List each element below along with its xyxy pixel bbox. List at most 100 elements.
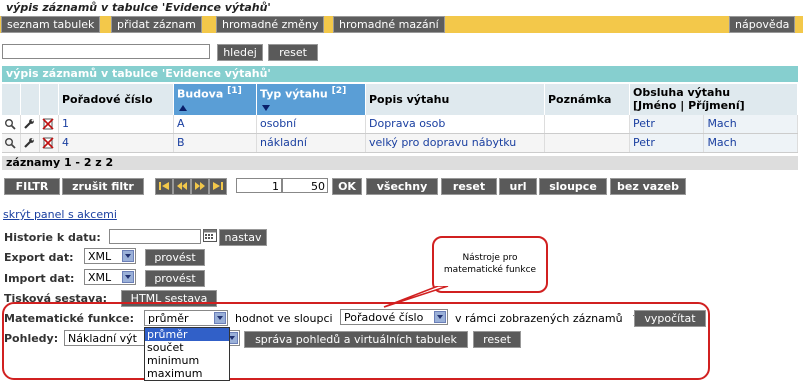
no-links-button[interactable]: bez vazeb xyxy=(610,178,686,195)
cell-note xyxy=(544,133,630,153)
export-run-button[interactable]: provést xyxy=(145,249,205,266)
row-edit-cell[interactable] xyxy=(20,133,40,153)
row-delete-cell[interactable] xyxy=(39,133,59,153)
header-order[interactable]: Pořadové číslo xyxy=(58,84,174,115)
sort-desc-icon xyxy=(262,104,270,111)
magnifier-icon[interactable] xyxy=(4,118,16,130)
menu-add-record[interactable]: přidat záznam xyxy=(111,16,202,33)
views-reset-button[interactable]: reset xyxy=(473,331,521,348)
callout-pointer xyxy=(383,286,449,308)
prev-page-icon[interactable] xyxy=(173,178,191,195)
header-type-sort-index: [2] xyxy=(331,85,347,96)
table-header-row: Pořadové číslo Budova [1] Typ výtahu [2]… xyxy=(2,84,798,115)
views-label: Pohledy: xyxy=(4,332,59,345)
cell-building[interactable]: A xyxy=(173,114,257,134)
math-function-select[interactable]: průměr xyxy=(144,310,228,326)
cell-first-name[interactable]: Petr xyxy=(629,114,705,134)
header-icon-col-3 xyxy=(39,84,59,115)
delete-icon[interactable] xyxy=(42,137,54,149)
export-label: Export dat: xyxy=(4,251,74,264)
columns-button[interactable]: sloupce xyxy=(539,178,607,195)
show-all-button[interactable]: všechny xyxy=(366,178,438,195)
history-date-input[interactable] xyxy=(109,229,201,244)
table-caption: výpis záznamů v tabulce 'Evidence výtahů… xyxy=(2,66,798,82)
compute-button[interactable]: vypočítat xyxy=(634,310,706,327)
manage-views-button[interactable]: správa pohledů a virtuálních tabulek xyxy=(244,331,468,348)
chevron-down-icon xyxy=(214,312,226,324)
import-format-value: XML xyxy=(88,271,112,284)
math-function-value: průměr xyxy=(148,312,189,325)
url-button[interactable]: url xyxy=(499,178,537,195)
cell-order[interactable]: 4 xyxy=(58,133,174,153)
cell-desc[interactable]: Doprava osob xyxy=(365,114,545,134)
row-delete-cell[interactable] xyxy=(39,114,59,134)
page-from-input[interactable]: 1 xyxy=(236,178,282,193)
import-label: Import dat: xyxy=(4,272,75,285)
search-button[interactable]: hledej xyxy=(217,44,263,61)
filter-button[interactable]: FILTR xyxy=(4,178,60,195)
wrench-icon[interactable] xyxy=(23,137,35,149)
row-view-cell[interactable] xyxy=(2,133,21,153)
header-service-label: Obsluha výtahu xyxy=(633,86,731,100)
header-order-label: Pořadové číslo xyxy=(62,92,153,106)
math-mid-text: hodnot ve sloupci xyxy=(235,312,333,325)
cell-note xyxy=(544,114,630,134)
math-suffix-text: v rámci zobrazených záznamů xyxy=(455,312,623,325)
menu-bar: seznam tabulek přidat záznam hromadné zm… xyxy=(0,16,803,33)
pager-reset-button[interactable]: reset xyxy=(441,178,497,195)
header-icon-col-2 xyxy=(20,84,40,115)
cell-desc[interactable]: velký pro dopravu nábytku xyxy=(365,133,545,153)
row-view-cell[interactable] xyxy=(2,114,21,134)
menu-bulk-delete[interactable]: hromadné mazání xyxy=(333,16,445,33)
header-building[interactable]: Budova [1] xyxy=(173,84,257,115)
cell-order[interactable]: 1 xyxy=(58,114,174,134)
math-option[interactable]: minimum xyxy=(145,354,229,367)
math-column-select[interactable]: Pořadové číslo xyxy=(340,309,448,325)
table-row: 1 A osobní Doprava osob Petr Mach xyxy=(2,114,798,134)
header-desc[interactable]: Popis výtahu xyxy=(365,84,545,115)
next-page-icon[interactable] xyxy=(191,178,209,195)
header-note-label: Poznámka xyxy=(548,92,612,106)
math-function-dropdown[interactable]: průměr součet minimum maximum xyxy=(144,327,230,381)
header-building-sort-index: [1] xyxy=(227,85,242,96)
math-option[interactable]: součet xyxy=(145,341,229,354)
import-run-button[interactable]: provést xyxy=(145,270,205,287)
last-page-icon[interactable] xyxy=(209,178,227,195)
math-option[interactable]: maximum xyxy=(145,367,229,380)
menu-bulk-edit[interactable]: hromadné změny xyxy=(216,16,325,33)
page-count-input[interactable]: 50 xyxy=(282,178,328,193)
menu-help[interactable]: nápověda xyxy=(729,16,796,33)
header-service[interactable]: Obsluha výtahu [Jméno | Příjmení] xyxy=(629,84,798,115)
cell-type[interactable]: nákladní xyxy=(256,133,366,153)
callout-box: Nástroje pro matematické funkce xyxy=(432,236,548,293)
records-table: Pořadové číslo Budova [1] Typ výtahu [2]… xyxy=(2,84,798,153)
search-input[interactable] xyxy=(2,44,210,59)
views-value: Nákladní výt xyxy=(68,332,137,345)
calendar-icon[interactable] xyxy=(203,229,217,242)
cell-building[interactable]: B xyxy=(173,133,257,153)
ok-button[interactable]: OK xyxy=(332,178,362,195)
delete-icon[interactable] xyxy=(42,118,54,130)
search-reset-button[interactable]: reset xyxy=(268,44,318,61)
import-format-select[interactable]: XML xyxy=(84,269,136,285)
export-format-select[interactable]: XML xyxy=(84,248,136,264)
hide-panel-link[interactable]: skrýt panel s akcemi xyxy=(3,208,117,221)
math-option[interactable]: průměr xyxy=(145,328,229,341)
history-set-button[interactable]: nastav xyxy=(219,229,267,246)
header-type-label: Typ výtahu xyxy=(260,87,328,101)
cell-last-name[interactable]: Mach xyxy=(703,133,798,153)
menu-list-tables[interactable]: seznam tabulek xyxy=(1,16,101,33)
cell-first-name[interactable]: Petr xyxy=(629,133,705,153)
chevron-down-icon xyxy=(122,250,134,262)
table-row: 4 B nákladní velký pro dopravu nábytku P… xyxy=(2,133,798,153)
first-page-icon[interactable] xyxy=(155,178,173,195)
header-type[interactable]: Typ výtahu [2] xyxy=(256,84,366,115)
magnifier-icon[interactable] xyxy=(4,137,16,149)
wrench-icon[interactable] xyxy=(23,118,35,130)
cell-last-name[interactable]: Mach xyxy=(703,114,798,134)
cell-type[interactable]: osobní xyxy=(256,114,366,134)
cancel-filter-button[interactable]: zrušit filtr xyxy=(62,178,144,195)
row-edit-cell[interactable] xyxy=(20,114,40,134)
header-building-label: Budova xyxy=(177,87,224,101)
header-note[interactable]: Poznámka xyxy=(544,84,630,115)
